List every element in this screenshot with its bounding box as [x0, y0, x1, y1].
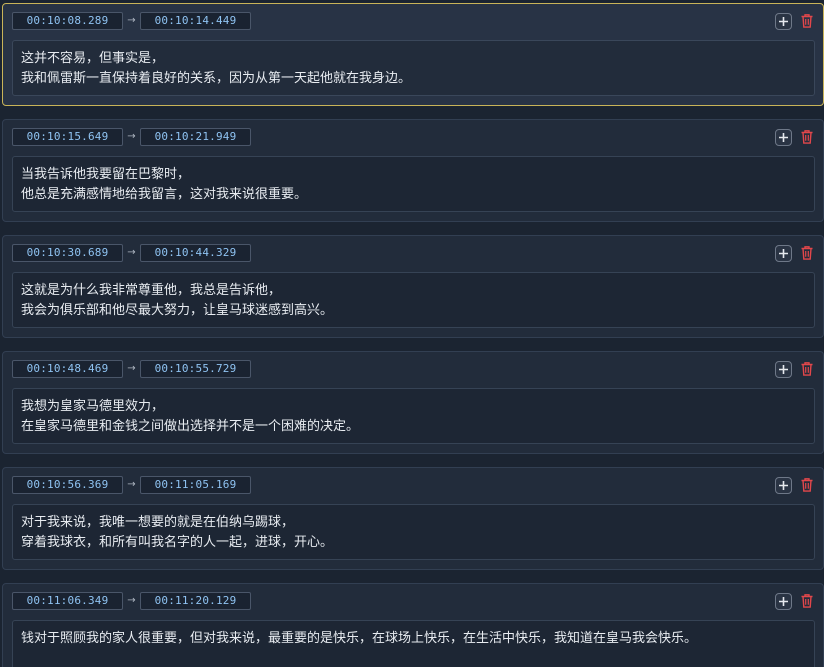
arrow-icon: → — [127, 479, 136, 490]
delete-entry-button[interactable] — [798, 13, 815, 30]
time-range: 00:10:30.689 → 00:10:44.329 — [12, 244, 251, 262]
trash-icon — [801, 130, 812, 144]
add-entry-button[interactable] — [775, 244, 792, 262]
entry-actions — [775, 359, 815, 379]
arrow-icon: → — [127, 15, 136, 26]
add-entry-button[interactable] — [775, 592, 792, 610]
start-time-input[interactable]: 00:11:06.349 — [12, 592, 123, 610]
subtitle-entry[interactable]: 00:10:15.649 → 00:10:21.949 当我告诉他我要留在巴黎时… — [2, 119, 824, 222]
entry-actions — [775, 243, 815, 263]
subtitle-entry[interactable]: 00:10:08.289 → 00:10:14.449 这并不容易，但事实是， … — [2, 3, 824, 106]
end-time-input[interactable]: 00:11:05.169 — [140, 476, 251, 494]
subtitle-entry[interactable]: 00:10:30.689 → 00:10:44.329 这就是为什么我非常尊重他… — [2, 235, 824, 338]
add-entry-button[interactable] — [775, 128, 792, 146]
trash-icon — [801, 478, 812, 492]
subtitle-entry[interactable]: 00:10:48.469 → 00:10:55.729 我想为皇家马德里效力， … — [2, 351, 824, 454]
start-time-input[interactable]: 00:10:30.689 — [12, 244, 123, 262]
end-time-input[interactable]: 00:10:55.729 — [140, 360, 251, 378]
start-time-input[interactable]: 00:10:48.469 — [12, 360, 123, 378]
arrow-icon: → — [127, 595, 136, 606]
entry-actions — [775, 127, 815, 147]
plus-icon — [779, 132, 788, 142]
subtitle-text-field[interactable]: 这并不容易，但事实是， 我和佩雷斯一直保持着良好的关系，因为从第一天起他就在我身… — [12, 40, 815, 96]
delete-entry-button[interactable] — [798, 477, 815, 494]
plus-icon — [779, 596, 788, 606]
end-time-input[interactable]: 00:10:14.449 — [140, 12, 251, 30]
subtitle-text-field[interactable]: 当我告诉他我要留在巴黎时， 他总是充满感情地给我留言，这对我来说很重要。 — [12, 156, 815, 212]
subtitle-entry[interactable]: 00:10:56.369 → 00:11:05.169 对于我来说，我唯一想要的… — [2, 467, 824, 570]
trash-icon — [801, 14, 812, 28]
end-time-input[interactable]: 00:11:20.129 — [140, 592, 251, 610]
delete-entry-button[interactable] — [798, 245, 815, 262]
entry-actions — [775, 591, 815, 611]
end-time-input[interactable]: 00:10:21.949 — [140, 128, 251, 146]
subtitle-text-field[interactable]: 钱对于照顾我的家人很重要，但对我来说，最重要的是快乐，在球场上快乐，在生活中快乐… — [12, 620, 815, 667]
time-range: 00:10:56.369 → 00:11:05.169 — [12, 476, 251, 494]
arrow-icon: → — [127, 131, 136, 142]
entry-actions — [775, 475, 815, 495]
time-range: 00:10:48.469 → 00:10:55.729 — [12, 360, 251, 378]
subtitle-text-field[interactable]: 这就是为什么我非常尊重他，我总是告诉他， 我会为俱乐部和他尽最大努力，让皇马球迷… — [12, 272, 815, 328]
start-time-input[interactable]: 00:10:08.289 — [12, 12, 123, 30]
trash-icon — [801, 594, 812, 608]
time-range: 00:10:15.649 → 00:10:21.949 — [12, 128, 251, 146]
plus-icon — [779, 248, 788, 258]
entry-actions — [775, 11, 815, 31]
add-entry-button[interactable] — [775, 360, 792, 378]
add-entry-button[interactable] — [775, 12, 792, 30]
time-range: 00:11:06.349 → 00:11:20.129 — [12, 592, 251, 610]
subtitle-entry[interactable]: 00:11:06.349 → 00:11:20.129 钱对于照顾我的家人很重要… — [2, 583, 824, 667]
plus-icon — [779, 480, 788, 490]
delete-entry-button[interactable] — [798, 129, 815, 146]
plus-icon — [779, 364, 788, 374]
add-entry-button[interactable] — [775, 476, 792, 494]
subtitle-list: 00:10:08.289 → 00:10:14.449 这并不容易，但事实是， … — [0, 0, 824, 667]
arrow-icon: → — [127, 247, 136, 258]
end-time-input[interactable]: 00:10:44.329 — [140, 244, 251, 262]
delete-entry-button[interactable] — [798, 361, 815, 378]
start-time-input[interactable]: 00:10:56.369 — [12, 476, 123, 494]
subtitle-text-field[interactable]: 我想为皇家马德里效力， 在皇家马德里和金钱之间做出选择并不是一个困难的决定。 — [12, 388, 815, 444]
time-range: 00:10:08.289 → 00:10:14.449 — [12, 12, 251, 30]
subtitle-text-field[interactable]: 对于我来说，我唯一想要的就是在伯纳乌踢球， 穿着我球衣，和所有叫我名字的人一起，… — [12, 504, 815, 560]
arrow-icon: → — [127, 363, 136, 374]
trash-icon — [801, 362, 812, 376]
delete-entry-button[interactable] — [798, 593, 815, 610]
start-time-input[interactable]: 00:10:15.649 — [12, 128, 123, 146]
trash-icon — [801, 246, 812, 260]
plus-icon — [779, 16, 788, 26]
